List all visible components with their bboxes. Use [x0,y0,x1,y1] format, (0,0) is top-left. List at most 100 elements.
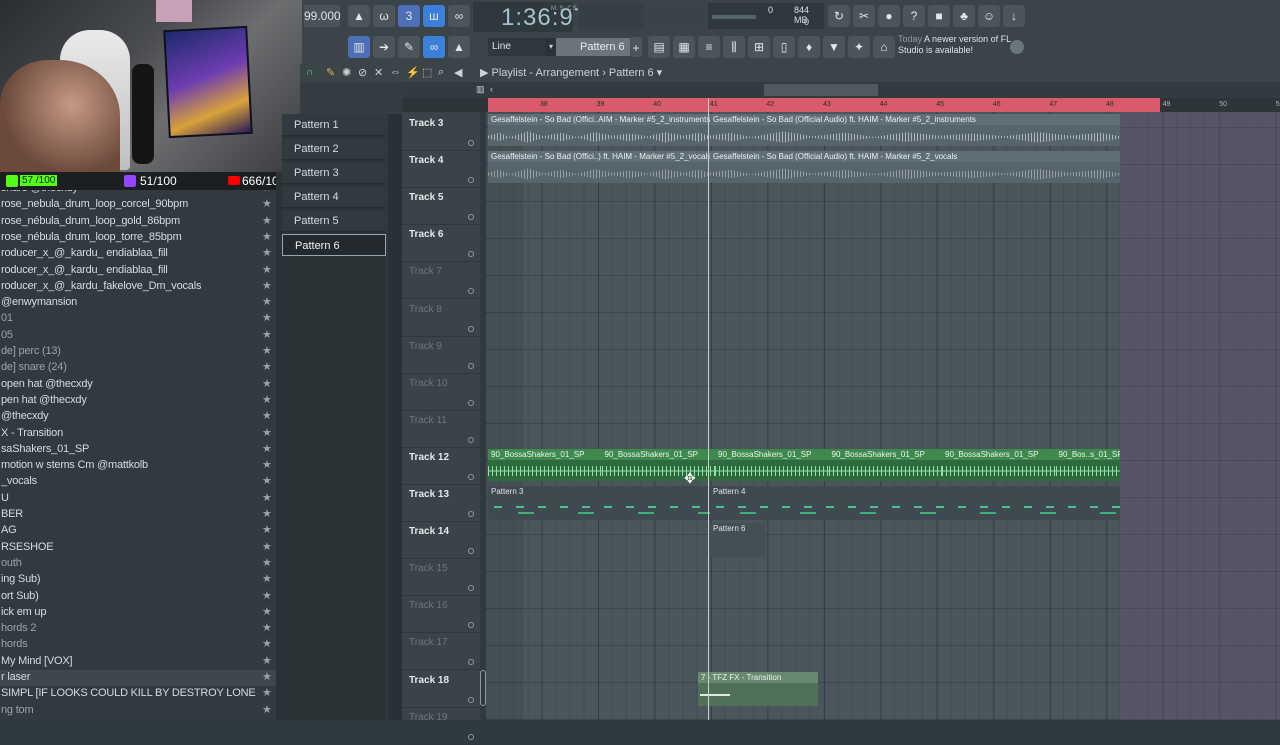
favorite-star-icon[interactable]: ★ [262,654,272,667]
scroll-left-icon[interactable]: ‹ [490,84,493,94]
track-mute-icon[interactable] [468,251,474,257]
pattern-clip[interactable]: Pattern 6 [710,523,765,557]
browser-item[interactable]: roducer_x_@_kardu_fakelove_Dm_vocals★ [0,279,276,295]
audio-clip[interactable]: 90_BossaShakers_01_SP [942,449,1056,481]
browser-item[interactable]: hords 2★ [0,621,276,637]
tempo-display[interactable]: 99.000 [304,5,340,27]
song-time-display[interactable]: 1:36:97M:S:CS [473,2,573,32]
playlist-menu-icon[interactable]: ▾ [657,67,663,79]
save-icon[interactable]: ■ [928,5,950,27]
audio-clip[interactable]: 90_BossaShakers_01_SP [829,449,943,481]
audio-clip[interactable]: 90_BossaShakers_01_SP [488,449,602,481]
browser-item[interactable]: de] snare (24)★ [0,360,276,376]
loop-record-icon[interactable]: ∞ [448,5,470,27]
playhead[interactable] [708,98,709,720]
browser-item[interactable]: open hat @thecxdy★ [0,377,276,393]
browser-item[interactable]: @enwymansion★ [0,295,276,311]
favorite-star-icon[interactable]: ★ [262,670,272,683]
browser-item[interactable]: roducer_x_@_kardu_ endiablaa_fill★ [0,263,276,279]
track-header[interactable]: Track 15 [402,559,480,596]
favorite-star-icon[interactable]: ★ [262,507,272,520]
track-header[interactable]: Track 16 [402,596,480,633]
track-mute-icon[interactable] [468,326,474,332]
favorite-star-icon[interactable]: ★ [262,556,272,569]
zoom-tool-icon[interactable]: ⌕ [438,66,444,79]
track-mute-icon[interactable] [468,288,474,294]
track-mute-icon[interactable] [468,437,474,443]
browser-item[interactable]: _vocals★ [0,474,276,490]
favorite-star-icon[interactable]: ★ [262,540,272,553]
help-icon[interactable]: ? [903,5,925,27]
browser-item[interactable]: rose_nébula_drum_loop_gold_86bpm★ [0,214,276,230]
arrow-right-icon[interactable]: ➔ [373,36,395,58]
select-tool-icon[interactable]: ⬚ [422,66,432,79]
browser-item[interactable]: roducer_x_@_kardu_ endiablaa_fill★ [0,246,276,262]
playlist-icon[interactable]: ▤ [648,36,670,58]
track-mute-icon[interactable] [468,622,474,628]
track-mute-icon[interactable] [468,659,474,665]
pattern-item[interactable]: Pattern 4 [282,186,386,208]
track-mute-icon[interactable] [468,585,474,591]
step-seq-icon[interactable]: ▦ [673,36,695,58]
track-mute-icon[interactable] [468,734,474,740]
track-mute-icon[interactable] [468,548,474,554]
favorite-star-icon[interactable]: ★ [262,295,272,308]
browser-item[interactable]: motion w stems Cm @mattkolb★ [0,458,276,474]
track-header[interactable]: Track 13 [402,485,480,522]
audio-clip[interactable]: Gesaffelstein - So Bad (Official Audio) … [710,114,1120,146]
favorite-star-icon[interactable]: ★ [262,621,272,634]
channel-rack-icon[interactable]: ≡ [698,36,720,58]
track-mute-icon[interactable] [468,474,474,480]
favorite-star-icon[interactable]: ★ [262,523,272,536]
chat-icon[interactable]: ☺ [978,5,1000,27]
blend-notes-icon[interactable]: ш [423,5,445,27]
piano-roll-icon[interactable]: ▥ [348,36,370,58]
browser-item[interactable]: @thecxdy★ [0,409,276,425]
browser-item[interactable]: rose_nebula_drum_loop_corcel_90bpm★ [0,197,276,213]
browser-item[interactable]: U★ [0,491,276,507]
pattern-item[interactable]: Pattern 5 [282,210,386,232]
favorite-star-icon[interactable]: ★ [262,197,272,210]
plugin-picker-icon[interactable]: ▯ [773,36,795,58]
audio-clip[interactable]: Gesaffelstein - So Bad (Offici..) ft. HA… [488,151,710,183]
browser-item[interactable]: ng tom★ [0,703,276,719]
favorite-star-icon[interactable]: ★ [262,605,272,618]
pattern-scrollbar[interactable] [388,114,402,720]
favorite-star-icon[interactable]: ★ [262,409,272,422]
metronome-icon[interactable]: ▲ [348,5,370,27]
browser-icon[interactable]: ⊞ [748,36,770,58]
favorite-star-icon[interactable]: ★ [262,491,272,504]
favorite-star-icon[interactable]: ★ [262,311,272,324]
browser-item[interactable]: SIMPL [IF LOOKS COULD KILL BY DESTROY LO… [0,686,276,702]
mic-icon[interactable]: ● [878,5,900,27]
browser-item[interactable]: 01★ [0,311,276,327]
track-header[interactable]: Track 4 [402,151,480,188]
overview-viewport[interactable] [764,84,878,96]
project-info-icon[interactable]: ▼ [823,36,845,58]
globe-icon[interactable] [1010,40,1024,54]
plugin-icon[interactable]: ♣ [953,5,975,27]
link-icon[interactable]: ∞ [423,36,445,58]
browser-item[interactable]: de] perc (13)★ [0,344,276,360]
favorite-star-icon[interactable]: ★ [262,360,272,373]
favorite-star-icon[interactable]: ★ [262,458,272,471]
track-header[interactable]: Track 14 [402,522,480,559]
track-mute-icon[interactable] [468,697,474,703]
favorite-star-icon[interactable]: ★ [262,589,272,602]
browser-item[interactable]: ing Sub)★ [0,572,276,588]
playback-tool-icon[interactable]: ◀ [454,66,462,79]
favorite-star-icon[interactable]: ★ [262,442,272,455]
news-panel[interactable]: Today A newer version of FL Studio is av… [898,34,1026,62]
download-icon[interactable]: ↓ [1003,5,1025,27]
mixer-icon[interactable]: ⫼ [723,36,745,58]
track-mute-icon[interactable] [468,363,474,369]
add-pattern-icon[interactable]: + [630,37,642,57]
pencil-icon[interactable]: ✎ [398,36,420,58]
favorite-star-icon[interactable]: ★ [262,474,272,487]
browser-item[interactable]: ick em up★ [0,605,276,621]
delete-tool-icon[interactable]: ⊘ [358,66,367,79]
pattern-clip[interactable]: Pattern 4 [710,486,1120,520]
pattern-clip[interactable]: Pattern 3 [488,486,710,520]
track-resize-handle[interactable] [480,670,486,706]
track-header[interactable]: Track 18 [402,671,480,708]
